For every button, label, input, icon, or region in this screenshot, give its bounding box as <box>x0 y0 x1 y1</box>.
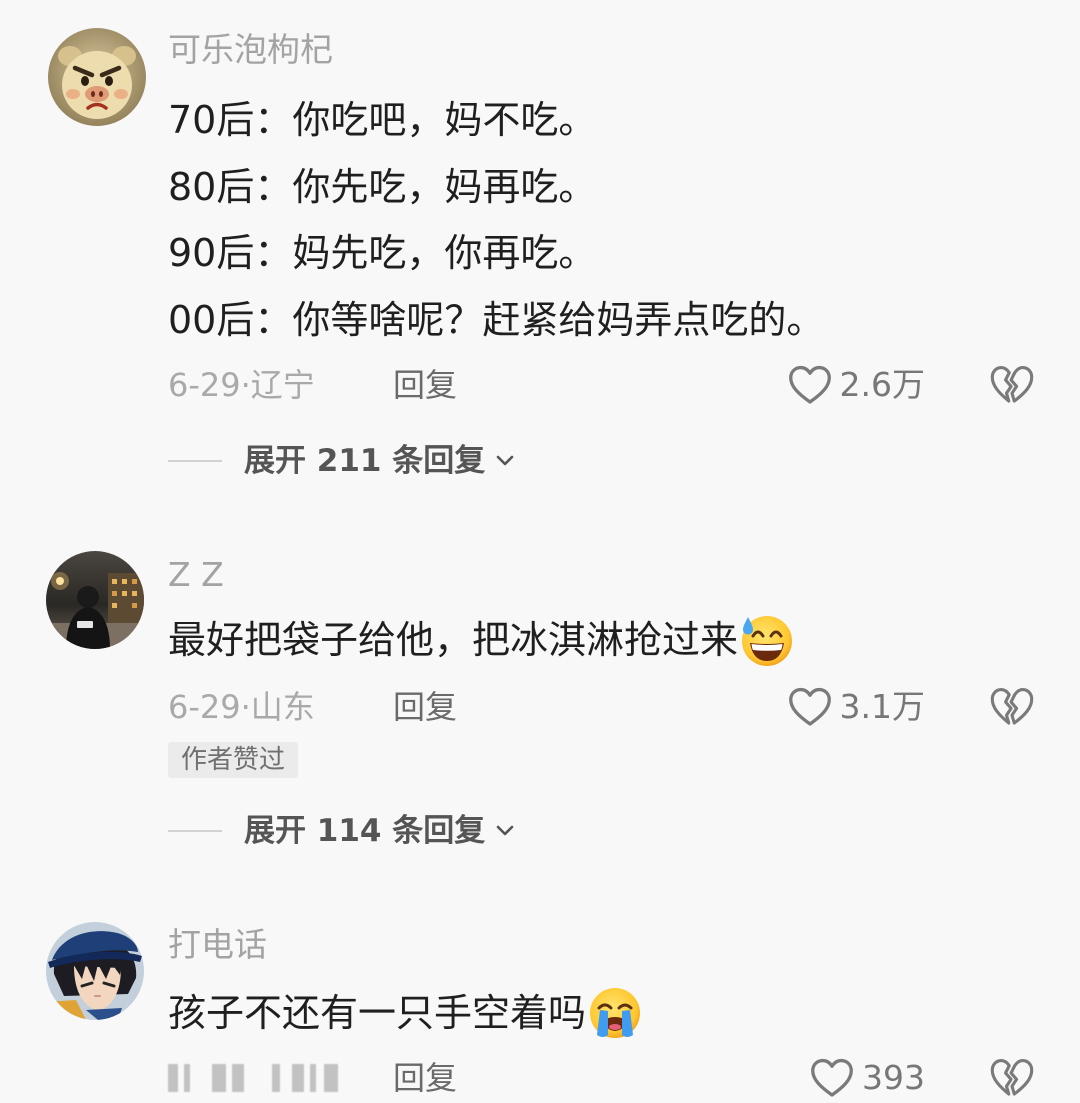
divider-line <box>168 830 222 832</box>
chevron-down-icon <box>496 825 514 836</box>
avatar[interactable] <box>48 28 146 126</box>
expand-replies-button[interactable]: 展开 211 条回复 <box>168 443 515 479</box>
author-liked-badge: 作者赞过 <box>168 742 299 778</box>
broken-heart-icon[interactable] <box>990 686 1034 728</box>
date-location-obscured <box>168 1064 348 1092</box>
obscured-bar <box>168 1064 178 1092</box>
grinning-sweat-emoji <box>740 613 794 667</box>
comment-text-line: 00后：你等啥呢？赶紧给妈弄点吃的。 <box>168 297 825 342</box>
comment-content: 最好把袋子给他，把冰淇淋抢过来 <box>168 607 794 674</box>
dislike-button[interactable] <box>990 364 1034 406</box>
heart-outline-icon[interactable] <box>788 686 832 728</box>
dislike-button[interactable] <box>990 1057 1034 1099</box>
like-button[interactable]: 393 <box>810 1057 925 1099</box>
reply-button[interactable]: 回复 <box>393 364 457 406</box>
expand-replies-button[interactable]: 展开 114 条回复 <box>168 813 515 849</box>
comment-text-line: 80后：你先吃，妈再吃。 <box>168 164 597 209</box>
comment-text-line: 90后：妈先吃，你再吃。 <box>168 231 597 275</box>
like-count: 3.1万 <box>839 687 925 726</box>
like-button[interactable]: 3.1万 <box>788 686 925 728</box>
comment-meta-row: 6-29·辽宁 回复 2.6万 <box>0 364 1080 406</box>
obscured-bar <box>212 1064 226 1092</box>
reply-button[interactable]: 回复 <box>393 1057 457 1099</box>
comment-content: 70后：你吃吧，妈不吃。 80后：你先吃，妈再吃。 90后：妈先吃，你再吃。 0… <box>168 87 824 353</box>
comment-meta-row: 6-29·山东 回复 3.1万 <box>0 686 1080 728</box>
obscured-bar <box>232 1064 244 1092</box>
date-location: 6-29·辽宁 <box>168 366 315 404</box>
username[interactable]: Z Z <box>168 555 224 595</box>
anime-character-avatar <box>46 922 144 1020</box>
heart-outline-icon[interactable] <box>810 1057 854 1099</box>
like-count: 2.6万 <box>839 365 925 404</box>
expand-replies-label: 展开 114 条回复 <box>244 813 486 849</box>
night-street-photo-avatar <box>46 551 144 649</box>
divider-line <box>168 460 222 462</box>
obscured-bar <box>292 1064 304 1092</box>
comment-list: 可乐泡枸杞 70后：你吃吧，妈不吃。 80后：你先吃，妈再吃。 90后：妈先吃，… <box>0 0 1080 1103</box>
reply-button[interactable]: 回复 <box>393 686 457 728</box>
username[interactable]: 打电话 <box>168 925 267 965</box>
dislike-button[interactable] <box>990 686 1034 728</box>
obscured-bar <box>272 1064 280 1092</box>
avatar[interactable] <box>46 922 144 1020</box>
broken-heart-icon[interactable] <box>990 1057 1034 1099</box>
loudly-crying-emoji <box>588 986 642 1040</box>
comment-meta-row: 回复 393 <box>0 1057 1080 1099</box>
cartoon-face-avatar <box>48 28 146 126</box>
username[interactable]: 可乐泡枸杞 <box>168 30 333 70</box>
comment-text-line: 70后：你吃吧，妈不吃。 <box>168 98 597 142</box>
like-count: 393 <box>862 1058 925 1097</box>
expand-replies-label: 展开 211 条回复 <box>244 443 486 479</box>
comment-text-line: 最好把袋子给他，把冰淇淋抢过来 <box>168 618 739 662</box>
obscured-bar <box>310 1064 316 1092</box>
obscured-bar <box>184 1064 190 1092</box>
chevron-down-icon <box>496 455 514 466</box>
avatar[interactable] <box>46 551 144 649</box>
comment-content: 孩子不还有一只手空着吗 <box>168 980 642 1047</box>
broken-heart-icon[interactable] <box>990 364 1034 406</box>
obscured-bar <box>324 1064 338 1092</box>
like-button[interactable]: 2.6万 <box>788 364 925 406</box>
date-location: 6-29·山东 <box>168 688 315 726</box>
heart-outline-icon[interactable] <box>788 364 832 406</box>
comment-text-line: 孩子不还有一只手空着吗 <box>168 991 587 1035</box>
